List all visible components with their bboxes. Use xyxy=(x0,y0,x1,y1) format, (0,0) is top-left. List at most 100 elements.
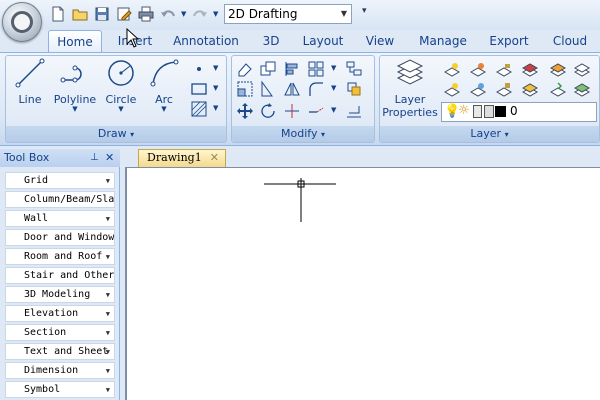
toolbox-item[interactable]: Column/Beam/Sla xyxy=(5,191,115,208)
modify-panel-title: Modify xyxy=(281,127,318,140)
close-tab-icon[interactable]: ✕ xyxy=(210,150,219,166)
tab-export[interactable]: Export xyxy=(486,30,532,52)
toolbox-item[interactable]: Elevation ▼ xyxy=(5,305,115,322)
toolbox-header: Tool Box ⊥ ✕ xyxy=(0,149,120,167)
layer-freeze-icon[interactable] xyxy=(469,80,487,98)
layer-isolate-icon[interactable] xyxy=(573,60,591,78)
extend-dropdown-icon[interactable]: ▼ xyxy=(331,106,336,114)
layer-select[interactable]: 💡 ☼ 0 xyxy=(441,102,597,122)
layer-off-icon[interactable] xyxy=(443,80,461,98)
hatch-icon[interactable] xyxy=(190,100,208,118)
drawing-canvas[interactable] xyxy=(125,167,600,400)
fillet-icon[interactable] xyxy=(307,80,325,98)
tab-layout[interactable]: Layout xyxy=(300,30,346,52)
point-icon[interactable] xyxy=(190,60,208,78)
toolbox-item[interactable]: Grid ▼ xyxy=(5,172,115,189)
save-as-icon[interactable] xyxy=(116,6,132,22)
scale-icon[interactable] xyxy=(236,80,254,98)
tab-annotation[interactable]: Annotation xyxy=(170,30,242,52)
undo-dropdown-icon[interactable]: ▼ xyxy=(181,10,186,18)
toolbox-item[interactable]: Symbol ▼ xyxy=(5,381,115,398)
layer-delete-icon[interactable] xyxy=(573,80,591,98)
chevron-down-icon: ▼ xyxy=(105,291,110,299)
panel-expand-icon[interactable]: ▾ xyxy=(505,130,509,139)
tab-cloud[interactable]: Cloud xyxy=(548,30,592,52)
application-menu-button[interactable] xyxy=(2,2,42,42)
line-icon xyxy=(15,58,45,88)
rectangle-icon[interactable] xyxy=(190,80,208,98)
layer-on-icon[interactable] xyxy=(443,60,461,78)
chevron-down-icon: ▼ xyxy=(105,177,110,185)
toolbox-item-label: Door and Window xyxy=(24,232,115,243)
document-tab[interactable]: Drawing1 ✕ xyxy=(138,149,226,167)
layer-walk-icon[interactable] xyxy=(549,80,567,98)
tab-home[interactable]: Home xyxy=(48,30,102,52)
arc-button[interactable]: Arc ▼ xyxy=(146,58,182,113)
lock-icon xyxy=(473,105,482,118)
save-icon[interactable] xyxy=(94,6,110,22)
hatch-dropdown-icon[interactable]: ▼ xyxy=(213,104,218,112)
line-label: Line xyxy=(18,93,42,106)
erase-icon[interactable] xyxy=(236,60,254,78)
layer-match-icon[interactable] xyxy=(521,60,539,78)
print-icon[interactable] xyxy=(138,6,154,22)
stretch-icon[interactable] xyxy=(259,80,277,98)
array-dropdown-icon[interactable]: ▼ xyxy=(331,64,336,72)
rotate-icon[interactable] xyxy=(259,102,277,120)
chevron-down-icon: ▼ xyxy=(105,215,110,223)
circle-dropdown-icon[interactable]: ▼ xyxy=(102,106,140,113)
toolbox-item[interactable]: Stair and Other xyxy=(5,267,115,284)
circle-button[interactable]: Circle ▼ xyxy=(102,58,140,113)
customize-toolbar-icon[interactable]: ▾ xyxy=(362,6,367,16)
arc-dropdown-icon[interactable]: ▼ xyxy=(146,106,182,113)
undo-icon[interactable] xyxy=(160,6,176,22)
align-icon[interactable] xyxy=(283,60,301,78)
mouse-cursor-icon xyxy=(126,27,140,51)
toolbox-item[interactable]: Text and Sheet ▼ xyxy=(5,343,115,360)
point-dropdown-icon[interactable]: ▼ xyxy=(213,64,218,72)
panel-expand-icon[interactable]: ▾ xyxy=(130,130,134,139)
polyline-icon xyxy=(60,65,82,83)
move-icon[interactable] xyxy=(236,102,254,120)
chevron-down-icon: ▼ xyxy=(105,329,110,337)
layer-properties-button[interactable]: Layer Properties xyxy=(382,58,438,119)
toolbox-item[interactable]: 3D Modeling ▼ xyxy=(5,286,115,303)
mirror-icon[interactable] xyxy=(283,80,301,98)
toolbox-item-label: Elevation xyxy=(24,308,79,319)
layer-lock-icon[interactable] xyxy=(495,80,513,98)
array-icon[interactable] xyxy=(307,60,325,78)
line-button[interactable]: Line xyxy=(12,58,48,106)
layer-unlock-icon[interactable] xyxy=(495,60,513,78)
group-icon[interactable] xyxy=(345,60,363,78)
rectangle-dropdown-icon[interactable]: ▼ xyxy=(213,84,218,92)
toolbox-item[interactable]: Wall ▼ xyxy=(5,210,115,227)
copy-icon[interactable] xyxy=(259,60,277,78)
toolbox-item[interactable]: Section ▼ xyxy=(5,324,115,341)
toolbox-item[interactable]: Dimension ▼ xyxy=(5,362,115,379)
open-folder-icon[interactable] xyxy=(72,6,88,22)
tab-view[interactable]: View xyxy=(362,30,398,52)
redo-dropdown-icon[interactable]: ▼ xyxy=(213,10,218,18)
layer-merge-icon[interactable] xyxy=(521,80,539,98)
trim-icon[interactable] xyxy=(283,102,301,120)
offset-icon[interactable] xyxy=(345,102,363,120)
polyline-button[interactable]: Polyline ▼ xyxy=(52,58,98,113)
explode-icon[interactable] xyxy=(345,80,363,98)
toolbox-item[interactable]: Room and Roof ▼ xyxy=(5,248,115,265)
fillet-dropdown-icon[interactable]: ▼ xyxy=(331,84,336,92)
layer-state-icon[interactable] xyxy=(549,60,567,78)
toolbox-item[interactable]: Door and Window xyxy=(5,229,115,246)
layer-thaw-icon[interactable] xyxy=(469,60,487,78)
draw-panel-title: Draw xyxy=(97,127,127,140)
redo-icon[interactable] xyxy=(192,6,208,22)
new-file-icon[interactable] xyxy=(50,6,66,22)
close-icon[interactable]: ✕ xyxy=(105,149,114,167)
tab-3d[interactable]: 3D xyxy=(258,30,284,52)
panel-expand-icon[interactable]: ▾ xyxy=(321,130,325,139)
workspace-select[interactable]: 2D Drafting ▼ xyxy=(224,4,352,24)
tab-manage[interactable]: Manage xyxy=(416,30,470,52)
extend-icon[interactable] xyxy=(307,102,325,120)
polyline-dropdown-icon[interactable]: ▼ xyxy=(52,106,98,113)
crosshair-cursor-icon xyxy=(264,178,336,222)
pin-icon[interactable]: ⊥ xyxy=(90,149,99,167)
